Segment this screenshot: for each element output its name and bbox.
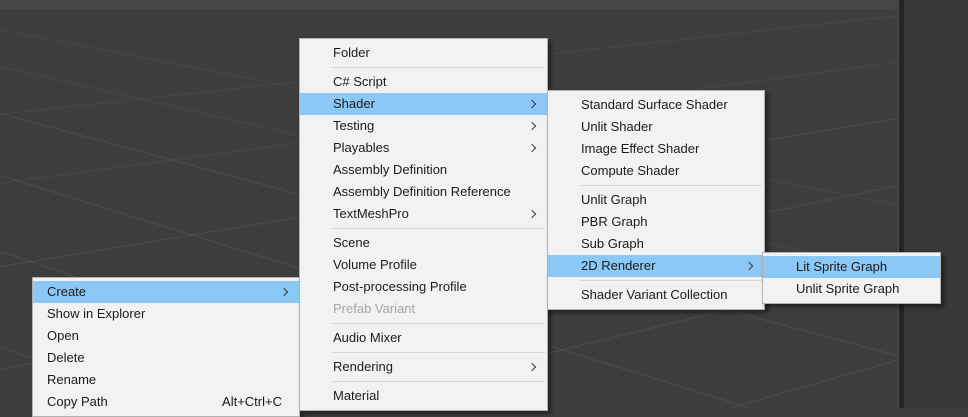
shader-submenu: Standard Surface Shader Unlit Shader Image… bbox=[547, 90, 765, 310]
menu-item-label: C# Script bbox=[333, 74, 386, 89]
submenu-arrow-icon bbox=[528, 210, 536, 218]
menu-item-audio-mixer[interactable]: Audio Mixer bbox=[300, 327, 547, 349]
menu-item-label: Unlit Shader bbox=[581, 119, 653, 134]
menu-item-label: Copy Path bbox=[47, 394, 108, 409]
menu-item-scene[interactable]: Scene bbox=[300, 232, 547, 254]
menu-item-label: Playables bbox=[333, 140, 389, 155]
menu-item-rename[interactable]: Rename bbox=[33, 369, 299, 391]
create-submenu: Folder C# Script Shader Testing Playables Ass… bbox=[299, 38, 548, 411]
submenu-arrow-icon bbox=[528, 363, 536, 371]
submenu-arrow-icon bbox=[528, 122, 536, 130]
menu-item-assembly-definition-reference[interactable]: Assembly Definition Reference bbox=[300, 181, 547, 203]
menu-item-open[interactable]: Open bbox=[33, 325, 299, 347]
menu-item-label: Post-processing Profile bbox=[333, 279, 467, 294]
menu-item-label: Sub Graph bbox=[581, 236, 644, 251]
menu-item-label: PBR Graph bbox=[581, 214, 647, 229]
menu-item-label: Unlit Sprite Graph bbox=[796, 281, 899, 296]
menu-item-delete[interactable]: Delete bbox=[33, 347, 299, 369]
2d-renderer-submenu: Lit Sprite Graph Unlit Sprite Graph bbox=[762, 252, 941, 304]
scene-top-strip bbox=[0, 0, 898, 9]
menu-item-label: Volume Profile bbox=[333, 257, 417, 272]
menu-item-label: Shader Variant Collection bbox=[581, 287, 727, 302]
menu-item-label: Prefab Variant bbox=[333, 301, 415, 316]
menu-item-shader[interactable]: Shader bbox=[300, 93, 547, 115]
menu-separator bbox=[331, 323, 545, 324]
menu-item-standard-surface-shader[interactable]: Standard Surface Shader bbox=[548, 94, 764, 116]
menu-separator bbox=[331, 381, 545, 382]
menu-item-label: Create bbox=[47, 284, 86, 299]
submenu-arrow-icon bbox=[528, 144, 536, 152]
menu-item-c-script[interactable]: C# Script bbox=[300, 71, 547, 93]
menu-item-copy-path[interactable]: Copy Path Alt+Ctrl+C bbox=[33, 391, 299, 413]
submenu-arrow-icon bbox=[745, 262, 753, 270]
menu-item-unlit-shader[interactable]: Unlit Shader bbox=[548, 116, 764, 138]
menu-item-playables[interactable]: Playables bbox=[300, 137, 547, 159]
menu-item-label: Assembly Definition Reference bbox=[333, 184, 511, 199]
menu-item-create[interactable]: Create bbox=[33, 281, 299, 303]
menu-item-label: Image Effect Shader bbox=[581, 141, 699, 156]
menu-item-label: Standard Surface Shader bbox=[581, 97, 728, 112]
menu-item-label: Audio Mixer bbox=[333, 330, 402, 345]
submenu-arrow-icon bbox=[528, 100, 536, 108]
context-menu: Create Show in Explorer Open Delete Rename Co… bbox=[32, 277, 300, 417]
menu-item-material[interactable]: Material bbox=[300, 385, 547, 407]
menu-item-rendering[interactable]: Rendering bbox=[300, 356, 547, 378]
menu-item-label: Delete bbox=[47, 350, 85, 365]
menu-item-label: Testing bbox=[333, 118, 374, 133]
menu-item-image-effect-shader[interactable]: Image Effect Shader bbox=[548, 138, 764, 160]
menu-item-label: 2D Renderer bbox=[581, 258, 655, 273]
menu-item-label: Material bbox=[333, 388, 379, 403]
menu-item-label: TextMeshPro bbox=[333, 206, 409, 221]
menu-item-label: Show in Explorer bbox=[47, 306, 145, 321]
menu-item-label: Shader bbox=[333, 96, 375, 111]
menu-item-sub-graph[interactable]: Sub Graph bbox=[548, 233, 764, 255]
menu-item-label: Lit Sprite Graph bbox=[796, 259, 887, 274]
menu-item-unlit-graph[interactable]: Unlit Graph bbox=[548, 189, 764, 211]
menu-item-2d-renderer[interactable]: 2D Renderer bbox=[548, 255, 764, 277]
menu-item-label: Rename bbox=[47, 372, 96, 387]
menu-item-lit-sprite-graph[interactable]: Lit Sprite Graph bbox=[763, 256, 940, 278]
menu-item-label: Folder bbox=[333, 45, 370, 60]
menu-separator bbox=[331, 67, 545, 68]
menu-item-testing[interactable]: Testing bbox=[300, 115, 547, 137]
menu-separator bbox=[579, 185, 762, 186]
menu-item-label: Open bbox=[47, 328, 79, 343]
menu-item-label: Rendering bbox=[333, 359, 393, 374]
menu-item-label: Scene bbox=[333, 235, 370, 250]
menu-separator bbox=[331, 352, 545, 353]
side-panel bbox=[904, 0, 968, 408]
submenu-arrow-icon bbox=[280, 288, 288, 296]
menu-separator bbox=[579, 280, 762, 281]
menu-item-label: Unlit Graph bbox=[581, 192, 647, 207]
menu-item-label: Assembly Definition bbox=[333, 162, 447, 177]
menu-separator bbox=[331, 228, 545, 229]
menu-item-pbr-graph[interactable]: PBR Graph bbox=[548, 211, 764, 233]
menu-item-unlit-sprite-graph[interactable]: Unlit Sprite Graph bbox=[763, 278, 940, 300]
menu-item-volume-profile[interactable]: Volume Profile bbox=[300, 254, 547, 276]
menu-item-compute-shader[interactable]: Compute Shader bbox=[548, 160, 764, 182]
menu-item-shortcut: Alt+Ctrl+C bbox=[222, 391, 282, 413]
menu-item-assembly-definition[interactable]: Assembly Definition bbox=[300, 159, 547, 181]
menu-item-folder[interactable]: Folder bbox=[300, 42, 547, 64]
menu-item-post-processing-profile[interactable]: Post-processing Profile bbox=[300, 276, 547, 298]
menu-item-textmeshpro[interactable]: TextMeshPro bbox=[300, 203, 547, 225]
menu-item-shader-variant-collection[interactable]: Shader Variant Collection bbox=[548, 284, 764, 306]
menu-item-show-in-explorer[interactable]: Show in Explorer bbox=[33, 303, 299, 325]
menu-item-prefab-variant: Prefab Variant bbox=[300, 298, 547, 320]
menu-item-label: Compute Shader bbox=[581, 163, 679, 178]
